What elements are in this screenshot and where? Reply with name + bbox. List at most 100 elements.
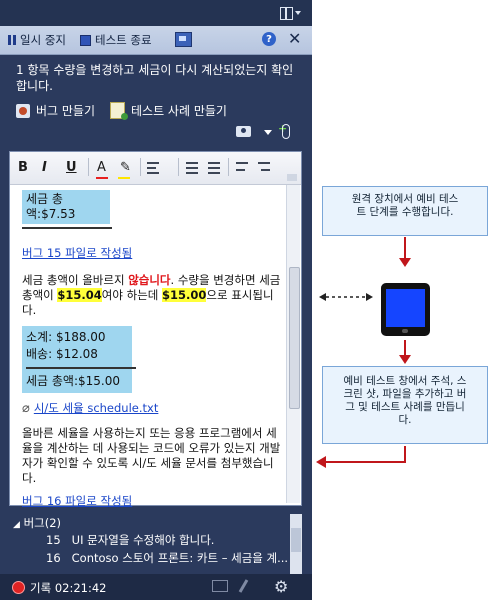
screenshot-annotation-totals: 소계: $188.00 배송: $12.08 세금 총액:$15.00 [22,326,136,393]
end-test-button[interactable]: 테스트 종료 [80,31,152,49]
bold-button[interactable]: B [18,160,28,175]
arrow-head [316,456,326,468]
expected-amount: $15.04 [57,288,102,302]
pause-label: 일시 중지 [20,33,66,47]
divider [228,158,229,176]
bug-id: 15 [46,533,61,547]
attachment-item[interactable]: ⌀ 시/도 세율 schedule.txt [22,401,284,416]
pause-button[interactable]: 일시 중지 [8,31,66,49]
test-step-text: 1 항목 수량을 변경하고 세금이 다시 계산되었는지 확인합니다. [16,63,294,93]
note-paragraph-1: 세금 총액이 올바르지 않습니다. 수량을 변경하면 세금 총액이 $15.04… [22,273,284,318]
test-runner-panel: 일시 중지 테스트 종료 ? ✕ 1 항목 수량을 변경하고 세금이 다시 계산… [0,0,312,600]
divider [26,367,136,369]
layout-icon [280,6,293,20]
attachment-icon[interactable] [282,124,290,139]
callout-text: 원격 장치에서 예비 테스트 단계를 수행합니다. [351,193,459,218]
numbered-list-icon [208,172,220,174]
microphone-icon[interactable] [238,579,249,593]
callout-explore-window: 예비 테스트 창에서 주석, 스크린 샷, 파일을 추가하고 버그 및 테스트 … [322,366,488,444]
bullet-list-icon [186,172,198,174]
align-icon [147,172,159,174]
gear-icon[interactable]: ⚙ [274,577,288,596]
scrollbar-thumb[interactable] [289,267,300,409]
note-text: 여야 하는데 [101,288,159,302]
arrow-head [366,293,373,301]
tax-total-text: 세금 총액:$15.00 [26,374,121,388]
create-test-case-label: 테스트 사례 만들기 [131,104,227,118]
arrow-head [319,293,326,301]
divider [178,158,179,176]
layout-toggle-button[interactable] [280,5,306,21]
bugs-header[interactable]: ◢ 버그(2) [13,515,61,531]
notes-editor[interactable]: B I U A ✎ 세금 총액:$7.53 버그 15 파일로 작성됨 세금 총… [9,151,302,509]
bug-title: UI 문자열을 수정해야 합니다. [71,533,215,547]
callout-remote-device: 원격 장치에서 예비 테스트 단계를 수행합니다. [322,186,488,236]
formatting-toolbar: B I U A ✎ [10,152,301,185]
collapse-triangle-icon: ◢ [13,520,20,530]
outdent-icon[interactable] [236,162,248,164]
numbered-list-icon [208,167,220,169]
font-color-button[interactable]: A [97,160,106,175]
note-text: 세금 총액이 올바르지 [22,273,125,287]
bullet-list-icon [186,167,198,169]
callout-text: 예비 테스트 창에서 주석, 스크린 샷, 파일을 추가하고 버그 및 테스트 … [343,375,467,426]
bug-15-link[interactable]: 버그 15 파일로 작성됨 [22,246,132,260]
bug-list-item[interactable]: 16 Contoso 스토어 프론트: 카트 – 세금을 계... [46,550,288,566]
divider [88,158,89,176]
actual-amount: $15.00 [162,288,207,302]
bugs-scrollbar[interactable] [290,514,302,576]
camera-icon[interactable] [236,126,251,137]
align-icon [147,167,156,169]
shipping-text: 배송: $12.08 [26,347,98,361]
paperclip-icon: ⌀ [22,401,30,416]
highlight-swatch [118,177,130,179]
record-icon[interactable] [12,581,25,594]
bug-16-link[interactable]: 버그 16 파일로 작성됨 [22,494,132,508]
end-test-label: 테스트 종료 [95,33,152,47]
attachment-link[interactable]: 시/도 세율 schedule.txt [34,401,159,416]
bug-list-item[interactable]: 15 UI 문자열을 수정해야 합니다. [46,532,214,548]
tablet-screen [386,289,425,327]
test-case-icon [110,102,128,120]
arrow-line [326,446,406,463]
notes-content[interactable]: 세금 총액:$7.53 버그 15 파일로 작성됨 세금 총액이 올바르지 않습… [22,190,284,509]
bug-icon [16,103,30,118]
bug-id: 16 [46,551,61,565]
scrollbar-thumb[interactable] [291,528,301,552]
monitor-icon[interactable] [212,580,228,592]
action-row: 버그 만들기 테스트 사례 만들기 [14,102,304,120]
chevron-down-icon[interactable] [264,130,272,135]
align-icon[interactable] [147,162,159,164]
numbered-list-icon[interactable] [208,162,220,164]
screenshot-window-icon[interactable] [175,32,192,47]
bug-title: Contoso 스토어 프론트: 카트 – 세금을 계... [71,551,289,565]
close-icon[interactable]: ✕ [288,29,301,48]
help-icon[interactable]: ? [262,32,276,46]
bugs-section: ◢ 버그(2) 15 UI 문자열을 수정해야 합니다. 16 Contoso … [0,512,312,576]
underline-button[interactable]: U [66,160,77,175]
divider [22,227,112,229]
stop-icon [80,34,91,46]
status-bar: 기록 02:21:42 ⚙ [0,574,312,600]
note-paragraph-2: 올바른 세율을 사용하는지 또는 응용 프로그램에서 세율을 계산하는 데 사용… [22,426,281,485]
screenshot-annotation-tax: 세금 총액:$7.53 [22,190,110,224]
runner-toolbar: 일시 중지 테스트 종료 ? ✕ [0,26,312,55]
highlight-button[interactable]: ✎ [120,160,131,175]
bugs-header-label: 버그(2) [23,516,62,530]
arrow-head [399,258,411,267]
toolbar-collapse-button[interactable] [287,174,297,181]
create-test-case-button[interactable]: 테스트 사례 만들기 [110,102,227,120]
indent-icon [261,169,270,171]
create-bug-label: 버그 만들기 [36,104,96,118]
editor-scrollbar[interactable] [286,185,300,503]
outdent-icon [236,169,245,171]
capture-tools: + [236,122,300,140]
chevron-down-icon [295,11,301,15]
italic-button[interactable]: I [42,160,47,175]
indent-icon[interactable] [258,162,270,164]
arrow-head [399,355,411,364]
tablet-device-icon [381,283,430,336]
create-bug-button[interactable]: 버그 만들기 [16,102,95,119]
window-title-bar [0,0,312,26]
bullet-list-icon[interactable] [186,162,198,164]
